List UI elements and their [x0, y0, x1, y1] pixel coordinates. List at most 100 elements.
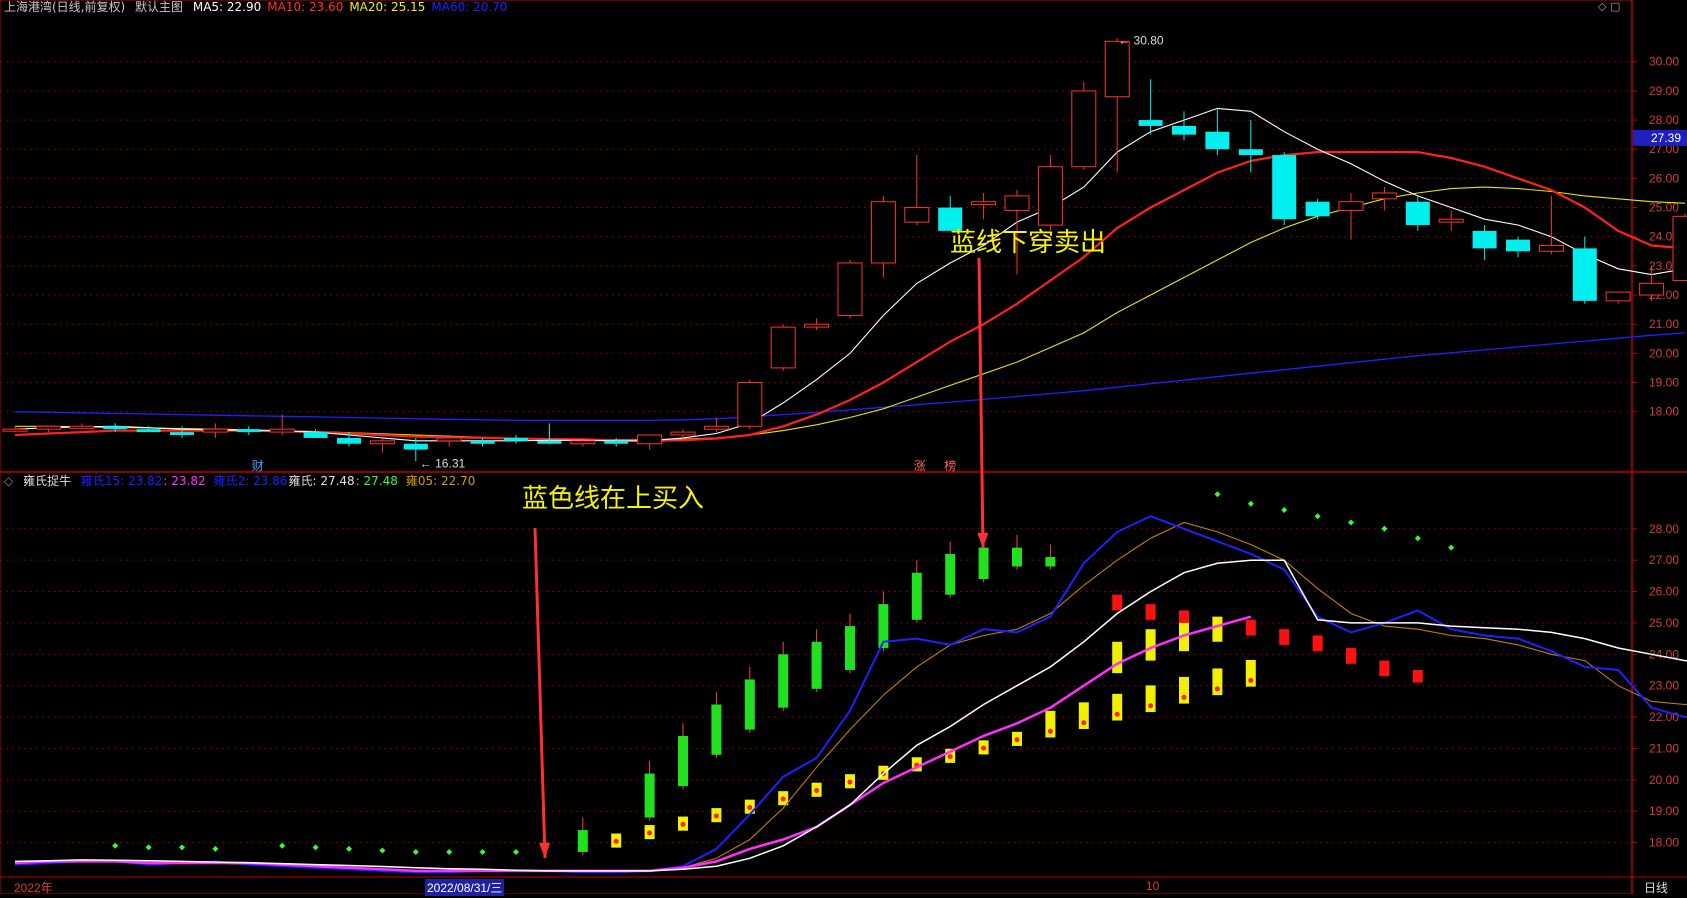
- indicator-legend-item-5: 雍05: 22.70: [405, 474, 476, 488]
- green-diamond-marker: [412, 849, 419, 856]
- candle-body-down: [403, 443, 428, 450]
- buy-arrow-head: [539, 842, 551, 858]
- main-tick-label: 28.00: [1649, 113, 1679, 127]
- candle-body-down: [170, 432, 194, 436]
- sub-header: ◇ 雍氏捉牛 雍氏15: 23.82: 23.82 雍氏2: 23.86雍氏: 2…: [4, 474, 489, 488]
- sub-tick-label: 26.00: [1649, 585, 1679, 599]
- red-indicator-bar: [1245, 619, 1256, 636]
- x-label-date: 2022/08/31/三: [425, 879, 505, 896]
- buy-annotation: 蓝色线在上买入: [522, 484, 705, 514]
- green-indicator-bar: [845, 626, 855, 671]
- red-dot: [1081, 720, 1087, 726]
- period-label[interactable]: 日线: [1644, 879, 1668, 896]
- candle-body-up: [1004, 195, 1030, 211]
- candle-body-down: [337, 437, 361, 444]
- green-indicator-bar: [978, 547, 989, 580]
- low-label: ← 16.31: [420, 456, 466, 470]
- candle-body-up: [269, 428, 295, 433]
- red-dot: [1248, 677, 1254, 683]
- red-dot: [981, 745, 987, 751]
- green-diamond-marker: [513, 849, 519, 856]
- sub-tick-label: 28.00: [1649, 522, 1679, 536]
- candle-body-up: [1338, 201, 1364, 211]
- red-dot: [680, 821, 686, 827]
- ma-legend-item-2: MA20: 25.15: [349, 0, 426, 14]
- buy-arrow-shaft: [533, 527, 547, 859]
- indicator-legend-item-3: 雍氏: 27.48: [288, 474, 355, 488]
- main-tick-label: 19.00: [1649, 376, 1679, 390]
- candle-body-down: [236, 429, 261, 433]
- candle-body-up: [1104, 40, 1130, 98]
- candle-body-up: [2, 428, 28, 432]
- green-diamond-marker: [479, 849, 486, 856]
- restore-icon[interactable]: ▢: [1610, 0, 1620, 13]
- candle-body-up: [1672, 215, 1687, 281]
- indicator-legend: 雍氏15: 23.82: 23.82 雍氏2: 23.86雍氏: 27.48: 2…: [81, 474, 483, 488]
- ma-legend-item-1: MA10: 23.60: [267, 0, 344, 14]
- green-diamond-marker: [446, 849, 453, 856]
- candle-body-down: [1472, 230, 1497, 249]
- candle-body-up: [737, 382, 763, 427]
- candle-body-down: [604, 440, 629, 444]
- green-indicator-bar: [945, 553, 956, 595]
- main-tick-label: 29.00: [1649, 84, 1679, 98]
- candle-body-down: [1272, 155, 1297, 220]
- indicator-toggle-icon[interactable]: ◇: [4, 474, 13, 488]
- green-diamond-marker: [145, 844, 152, 851]
- indicator-title[interactable]: 雍氏捉牛: [23, 474, 71, 488]
- candle-body-down: [303, 432, 328, 438]
- high-label: ← 30.80: [1118, 33, 1164, 47]
- candle-body-down: [1205, 131, 1230, 150]
- indicator-legend-item-0: 雍氏15: 23.82: [80, 474, 163, 488]
- candle-body-up: [703, 425, 729, 430]
- green-indicator-bar: [1045, 557, 1056, 567]
- sub-tick-label: 18.00: [1649, 836, 1679, 850]
- candle-body-up: [202, 428, 228, 433]
- green-indicator-bar: [1012, 547, 1022, 567]
- candle-body-up: [837, 262, 863, 316]
- event-marker: 榜: [944, 458, 956, 473]
- yellow-indicator-bar: [1112, 641, 1123, 674]
- green-diamond-marker: [279, 842, 286, 849]
- yong-line: [14, 521, 1687, 872]
- green-diamond-marker: [379, 847, 386, 854]
- price-tag-label: 27.39: [1651, 131, 1681, 145]
- indicator-legend-item-1: : 23.82: [163, 474, 206, 488]
- main-tick-label: 18.00: [1649, 405, 1679, 419]
- candle-body-up: [35, 425, 61, 430]
- green-indicator-bar: [644, 773, 655, 818]
- ma60-line: [14, 332, 1686, 422]
- ma-legend-item-0: MA5: 22.90: [192, 0, 262, 14]
- indicator-legend-item-2: 雍氏2: 23.86: [213, 474, 288, 488]
- red-indicator-bar: [1279, 629, 1290, 645]
- candle-body-up: [1438, 218, 1464, 223]
- green-diamond-marker: [1381, 525, 1388, 532]
- sub-tick-label: 20.00: [1649, 773, 1679, 787]
- event-marker: 涨: [914, 458, 926, 473]
- green-indicator-bar: [778, 654, 789, 708]
- red-dot: [1181, 694, 1187, 700]
- ma-legend-item-3: MA60: 20.70: [431, 0, 508, 14]
- candle-body-down: [1572, 248, 1597, 301]
- diamond-icon[interactable]: ◇: [1598, 0, 1606, 13]
- green-diamond-marker: [1281, 506, 1288, 513]
- green-indicator-bar: [911, 572, 922, 620]
- chart-stage: 18.0019.0020.0021.0022.0023.0024.0025.00…: [0, 0, 1687, 895]
- red-indicator-bar: [1379, 660, 1390, 677]
- candle-body-down: [1138, 120, 1163, 126]
- stock-title[interactable]: 上海港湾(日线,前复权): [4, 0, 125, 14]
- candle-body-up: [637, 434, 663, 445]
- candle-body-down: [1305, 201, 1330, 217]
- candle-body-up: [1605, 291, 1631, 302]
- view-label[interactable]: 默认主图: [135, 0, 183, 14]
- green-indicator-bar: [711, 704, 722, 755]
- main-tick-label: 26.00: [1649, 171, 1679, 185]
- green-diamond-marker: [179, 844, 185, 851]
- green-diamond-marker: [1448, 544, 1455, 551]
- green-diamond-marker: [1214, 491, 1221, 498]
- yong15-line: [14, 515, 1687, 874]
- candle-body-up: [369, 440, 395, 445]
- green-diamond-marker: [346, 845, 352, 852]
- x-label-month: 10: [1146, 879, 1160, 893]
- candle-body-up: [436, 437, 462, 442]
